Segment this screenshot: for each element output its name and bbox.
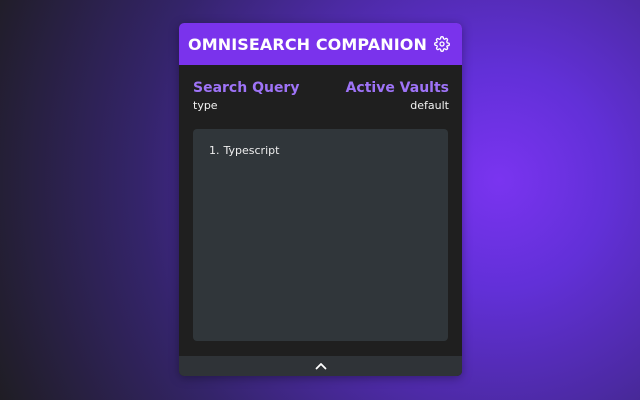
search-query-label: Search Query bbox=[193, 80, 300, 96]
search-query-value: type bbox=[193, 99, 218, 112]
chevron-up-icon bbox=[315, 363, 326, 370]
popup-content: Search Query type Active Vaults default bbox=[179, 65, 462, 113]
settings-button[interactable] bbox=[433, 35, 451, 53]
collapse-toggle[interactable] bbox=[179, 356, 462, 376]
popup-header: OMNISEARCH COMPANION bbox=[179, 23, 462, 65]
result-item[interactable]: 1. Typescript bbox=[209, 144, 448, 158]
result-label: Typescript bbox=[223, 144, 280, 157]
search-query-info: Search Query type bbox=[193, 79, 299, 113]
omnisearch-popup: OMNISEARCH COMPANION Search Query type A… bbox=[179, 23, 462, 376]
app-title: OMNISEARCH COMPANION bbox=[188, 34, 427, 54]
active-vaults-info: Active Vaults default bbox=[346, 79, 449, 113]
info-row: Search Query type Active Vaults default bbox=[193, 79, 449, 113]
active-vaults-value: default bbox=[410, 99, 449, 112]
result-index: 1. bbox=[209, 144, 220, 157]
gear-icon bbox=[434, 36, 450, 52]
results-panel: 1. Typescript bbox=[193, 129, 448, 341]
results-list: 1. Typescript bbox=[209, 144, 448, 158]
active-vaults-label: Active Vaults bbox=[345, 80, 449, 96]
